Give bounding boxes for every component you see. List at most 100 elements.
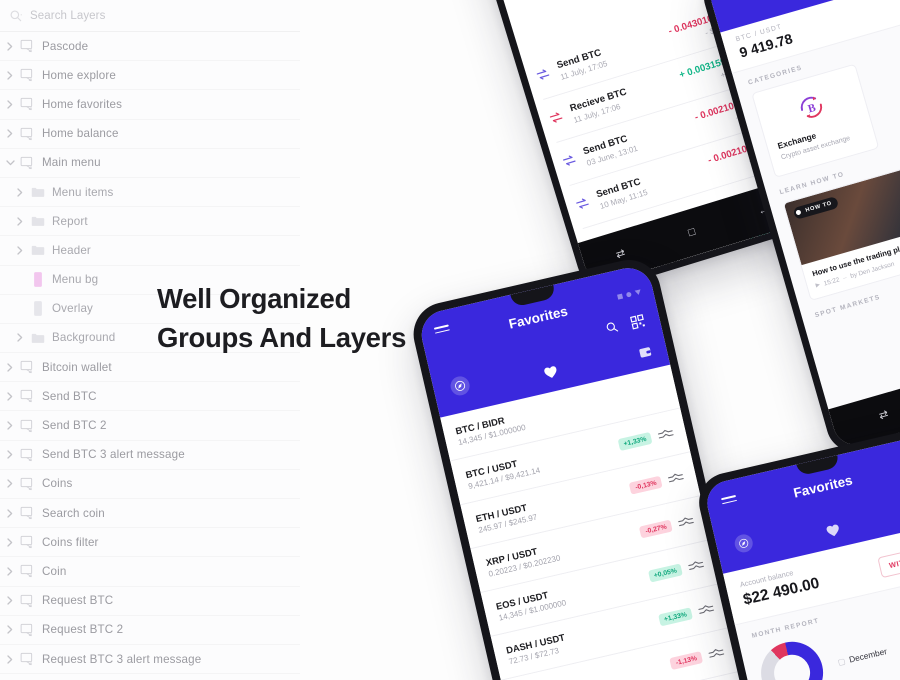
layer-label: Header bbox=[52, 243, 91, 257]
search-input[interactable]: Search Layers bbox=[30, 10, 105, 22]
chevron-right-icon[interactable] bbox=[2, 625, 18, 634]
layer-row-main-menu[interactable]: Main menu bbox=[0, 148, 300, 178]
layer-row-coins[interactable]: Coins bbox=[0, 469, 300, 499]
layer-label: Main menu bbox=[42, 156, 101, 170]
pair-change-badge: +1,33% bbox=[657, 607, 694, 627]
layer-label: Request BTC bbox=[42, 594, 114, 608]
compass-icon[interactable] bbox=[732, 532, 755, 555]
layer-row-home-favorites[interactable]: Home favorites bbox=[0, 90, 300, 120]
layer-row-request-btc-3-alert-message[interactable]: Request BTC 3 alert message bbox=[0, 644, 300, 675]
layer-label: Home favorites bbox=[42, 97, 123, 111]
chevron-right-icon[interactable] bbox=[2, 100, 18, 109]
chevron-right-icon[interactable] bbox=[2, 538, 18, 547]
layer-row-coins-filter[interactable]: Coins filter bbox=[0, 528, 300, 558]
layer-row-report[interactable]: Report bbox=[0, 207, 300, 237]
month-value[interactable]: December bbox=[848, 646, 888, 664]
layer-label: Search coin bbox=[42, 506, 105, 520]
layer-label: Coins bbox=[42, 477, 73, 491]
layer-label: Request BTC 2 bbox=[42, 623, 124, 637]
search-layers-row[interactable]: Search Layers bbox=[0, 0, 300, 32]
withdraw-button[interactable]: WITHDRAW bbox=[877, 542, 900, 579]
layer-row-home-explore[interactable]: Home explore bbox=[0, 61, 300, 91]
chevron-right-icon[interactable] bbox=[12, 246, 28, 255]
artboard-icon bbox=[18, 127, 37, 141]
heart-icon[interactable] bbox=[543, 364, 561, 385]
home-icon[interactable]: □ bbox=[687, 225, 697, 238]
chevron-right-icon[interactable] bbox=[2, 71, 18, 80]
chevron-right-icon[interactable] bbox=[2, 567, 18, 576]
layer-row-send-btc-3-alert-message[interactable]: Send BTC 3 alert message bbox=[0, 440, 300, 470]
chevron-right-icon[interactable] bbox=[12, 333, 28, 343]
artboard-icon bbox=[18, 156, 37, 170]
phone-notch bbox=[796, 455, 840, 477]
layer-row-header[interactable]: Header bbox=[0, 236, 300, 266]
chevron-right-icon[interactable] bbox=[2, 508, 18, 518]
rect-pink-icon bbox=[28, 272, 47, 287]
layer-row-btc-address[interactable]: BTC Address bbox=[0, 674, 300, 680]
layer-row-bitcoin-wallet[interactable]: Bitcoin wallet bbox=[0, 353, 300, 383]
layer-row-home-balance[interactable]: Home balance bbox=[0, 119, 300, 149]
video-badge: HOW TO bbox=[792, 195, 840, 220]
layer-row-request-btc[interactable]: Request BTC bbox=[0, 586, 300, 616]
chevron-right-icon[interactable] bbox=[2, 654, 18, 664]
favorites-phone: Favorites BTC / BIDR 14,345 / $1.000000 … bbox=[407, 253, 759, 680]
artboard-icon bbox=[18, 535, 37, 549]
layer-row-menu-items[interactable]: Menu items bbox=[0, 177, 300, 208]
layer-label: Pascode bbox=[42, 39, 89, 53]
pair-change-badge: -0,27% bbox=[639, 519, 673, 539]
layer-row-pascode[interactable]: Pascode bbox=[0, 32, 300, 62]
send-arrows-icon bbox=[560, 151, 581, 173]
recent-apps-icon[interactable]: ⇄ bbox=[614, 247, 626, 261]
pair-change-badge: +0,05% bbox=[647, 563, 683, 583]
send-arrows-icon bbox=[534, 65, 555, 87]
chevron-right-icon[interactable] bbox=[2, 596, 18, 605]
chevron-right-icon[interactable] bbox=[2, 479, 18, 489]
artboard-icon bbox=[18, 652, 37, 666]
artboard-icon bbox=[18, 477, 37, 491]
chevron-right-icon[interactable] bbox=[2, 363, 18, 372]
layer-row-search-coin[interactable]: Search coin bbox=[0, 499, 300, 529]
sparkline-icon bbox=[707, 643, 727, 664]
artboard-icon bbox=[18, 360, 37, 374]
chevron-right-icon[interactable] bbox=[12, 187, 28, 197]
sparkline-icon bbox=[676, 511, 696, 532]
chevron-right-icon[interactable] bbox=[2, 450, 18, 459]
layer-row-coin[interactable]: Coin bbox=[0, 557, 300, 587]
layer-label: Background bbox=[52, 331, 116, 345]
layer-label: Send BTC bbox=[42, 389, 97, 403]
sparkline-icon bbox=[656, 424, 676, 445]
chevron-right-icon[interactable] bbox=[2, 392, 18, 401]
folder-icon bbox=[28, 186, 47, 198]
heart-icon[interactable] bbox=[825, 523, 843, 544]
recent-apps-icon[interactable]: ⇄ bbox=[878, 408, 890, 422]
layer-row-request-btc-2[interactable]: Request BTC 2 bbox=[0, 615, 300, 645]
chevron-right-icon[interactable] bbox=[12, 217, 28, 226]
chevron-right-icon[interactable] bbox=[2, 421, 18, 430]
chevron-right-icon[interactable] bbox=[2, 41, 18, 51]
search-icon[interactable] bbox=[604, 319, 621, 339]
qr-code-icon[interactable] bbox=[629, 313, 647, 335]
layer-label: Request BTC 3 alert message bbox=[42, 652, 202, 666]
pair-change-badge: +1,33% bbox=[617, 431, 653, 452]
compass-icon[interactable] bbox=[448, 374, 472, 398]
wallet-icon[interactable] bbox=[637, 345, 654, 365]
layer-row-send-btc[interactable]: Send BTC bbox=[0, 382, 300, 412]
artboard-icon bbox=[18, 68, 37, 82]
layer-label: Menu items bbox=[52, 185, 114, 199]
layer-row-send-btc-2[interactable]: Send BTC 2 bbox=[0, 411, 300, 441]
chevron-down-icon[interactable] bbox=[2, 160, 18, 166]
layer-label: Coin bbox=[42, 564, 67, 578]
layer-label: Report bbox=[52, 214, 88, 228]
favorites-phone-screen: Favorites BTC / BIDR 14,345 / $1.000000 … bbox=[416, 263, 749, 680]
sparkline-icon bbox=[696, 599, 716, 620]
artboard-icon bbox=[18, 594, 37, 608]
phone-notch bbox=[510, 284, 557, 308]
folder-icon bbox=[28, 244, 47, 256]
artboard-icon bbox=[18, 39, 37, 53]
artboard-icon bbox=[18, 564, 37, 578]
artboard-icon bbox=[18, 506, 37, 520]
layer-label: Send BTC 2 bbox=[42, 419, 107, 433]
folder-icon bbox=[28, 215, 47, 227]
chevron-right-icon[interactable] bbox=[2, 129, 18, 138]
layer-label: Home balance bbox=[42, 127, 119, 141]
